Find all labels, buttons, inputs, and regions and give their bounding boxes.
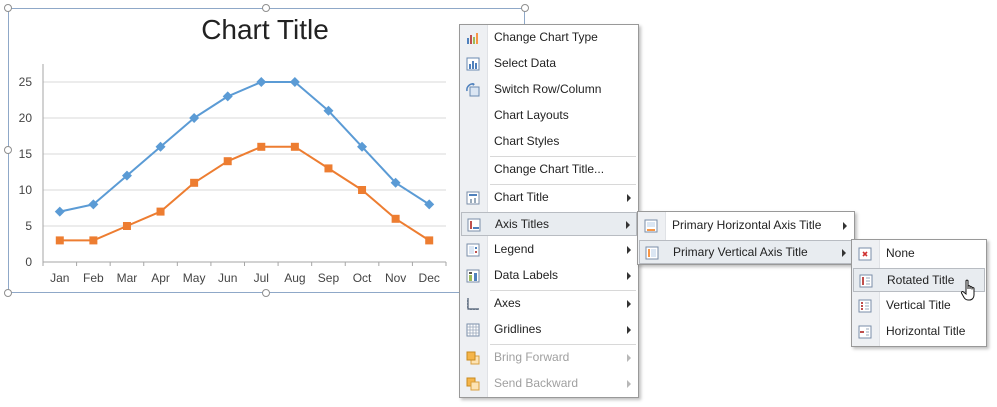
- menu-item-gridlines[interactable]: Gridlines: [461, 318, 637, 342]
- data-point-marker: [391, 214, 400, 223]
- menu-item-primary-horizontal-axis-title[interactable]: Primary Horizontal Axis Title: [639, 214, 853, 238]
- send-backward-icon: [466, 377, 480, 391]
- line-chart: 0 5 10 15 20 25 Jan Feb Mar Apr May Jun Jul Aug Sep Oct…: [19, 64, 447, 285]
- gridlines-icon: [466, 323, 480, 337]
- data-point-marker: [358, 186, 367, 194]
- x-tick-label: Dec: [419, 271, 440, 285]
- x-tick-label: Sep: [318, 271, 340, 285]
- data-point-marker: [324, 164, 333, 173]
- data-point-marker: [425, 236, 434, 245]
- horizontal-title-icon: [858, 325, 872, 339]
- data-labels-icon: [466, 269, 480, 283]
- x-tick-label: May: [183, 271, 206, 285]
- data-point-marker: [122, 222, 131, 230]
- data-point-marker: [290, 142, 299, 151]
- submenu-arrow-icon: [627, 194, 631, 202]
- menu-item-none[interactable]: None: [853, 242, 985, 266]
- menu-item-change-chart-title[interactable]: Change Chart Title...: [461, 158, 637, 182]
- menu-item-chart-layouts[interactable]: Chart Layouts: [461, 104, 637, 128]
- x-tick-label: Jun: [218, 271, 237, 285]
- menu-item-select-data[interactable]: Select Data: [461, 52, 637, 76]
- x-tick-label: Aug: [284, 271, 305, 285]
- menu-item-legend[interactable]: Legend: [461, 238, 637, 262]
- submenu-arrow-icon: [843, 222, 847, 230]
- submenu-arrow-icon: [627, 354, 631, 362]
- axis-titles-submenu: Primary Horizontal Axis Title Primary Ve…: [637, 211, 855, 265]
- data-point-marker: [257, 142, 266, 151]
- vertical-axis-title-icon: [645, 246, 659, 260]
- menu-separator: [490, 156, 636, 157]
- none-icon: [858, 247, 872, 261]
- menu-item-chart-title[interactable]: Chart Title: [461, 186, 637, 210]
- submenu-arrow-icon: [627, 380, 631, 388]
- data-point-marker: [54, 206, 65, 217]
- data-point-marker: [190, 178, 199, 187]
- legend-icon: [466, 243, 480, 257]
- menu-item-primary-vertical-axis-title[interactable]: Primary Vertical Axis Title: [639, 240, 853, 264]
- submenu-arrow-icon: [626, 221, 630, 229]
- y-tick-label: 0: [25, 255, 32, 269]
- menu-separator: [490, 184, 636, 185]
- axis-titles-icon: [467, 218, 481, 232]
- data-point-marker: [256, 77, 267, 87]
- x-tick-label: Jan: [50, 271, 69, 285]
- y-tick-label: 10: [19, 183, 33, 197]
- chart-context-menu: Change Chart Type Select Data Switch Row…: [459, 24, 639, 398]
- rotated-title-icon: [859, 274, 873, 288]
- bring-forward-icon: [466, 351, 480, 365]
- data-point-marker: [55, 236, 64, 245]
- x-tick-label: Nov: [385, 271, 406, 285]
- series-line-1: [59, 81, 430, 213]
- x-tick-label: Mar: [117, 271, 138, 285]
- y-tick-label: 20: [19, 111, 33, 125]
- menu-separator: [490, 344, 636, 345]
- horizontal-axis-title-icon: [644, 219, 658, 233]
- data-point-marker: [424, 199, 435, 210]
- menu-item-switch-row-column[interactable]: Switch Row/Column: [461, 78, 637, 102]
- hand-cursor-icon: [960, 279, 975, 301]
- data-point-marker: [223, 157, 232, 166]
- data-point-marker: [222, 91, 233, 102]
- submenu-arrow-icon: [627, 246, 631, 254]
- y-tick-label: 15: [19, 147, 33, 161]
- submenu-arrow-icon: [627, 272, 631, 280]
- menu-item-send-backward[interactable]: Send Backward: [461, 372, 637, 396]
- x-tick-label: Feb: [83, 271, 104, 285]
- x-tick-label: Apr: [151, 271, 170, 285]
- data-point-marker: [89, 236, 98, 245]
- menu-item-change-chart-type[interactable]: Change Chart Type: [461, 26, 637, 50]
- x-tick-label: Jul: [254, 271, 269, 285]
- submenu-arrow-icon: [627, 300, 631, 308]
- vertical-title-icon: [858, 299, 872, 313]
- x-tick-label: Oct: [353, 271, 372, 285]
- y-tick-label: 5: [25, 219, 32, 233]
- menu-item-data-labels[interactable]: Data Labels: [461, 264, 637, 288]
- menu-item-horizontal-title[interactable]: Horizontal Title: [853, 320, 985, 344]
- chart-type-icon: [467, 33, 478, 44]
- select-data-icon: [466, 57, 480, 71]
- menu-separator: [490, 290, 636, 291]
- menu-item-axis-titles[interactable]: Axis Titles: [461, 212, 637, 236]
- menu-item-bring-forward[interactable]: Bring Forward: [461, 346, 637, 370]
- axes-icon: [467, 298, 479, 310]
- data-point-marker: [156, 207, 165, 216]
- submenu-arrow-icon: [627, 326, 631, 334]
- y-tick-label: 25: [19, 75, 33, 89]
- chart-title-icon: [466, 191, 480, 205]
- switch-row-column-icon: [466, 83, 480, 97]
- menu-item-chart-styles[interactable]: Chart Styles: [461, 130, 637, 154]
- submenu-arrow-icon: [842, 249, 846, 257]
- menu-item-axes[interactable]: Axes: [461, 292, 637, 316]
